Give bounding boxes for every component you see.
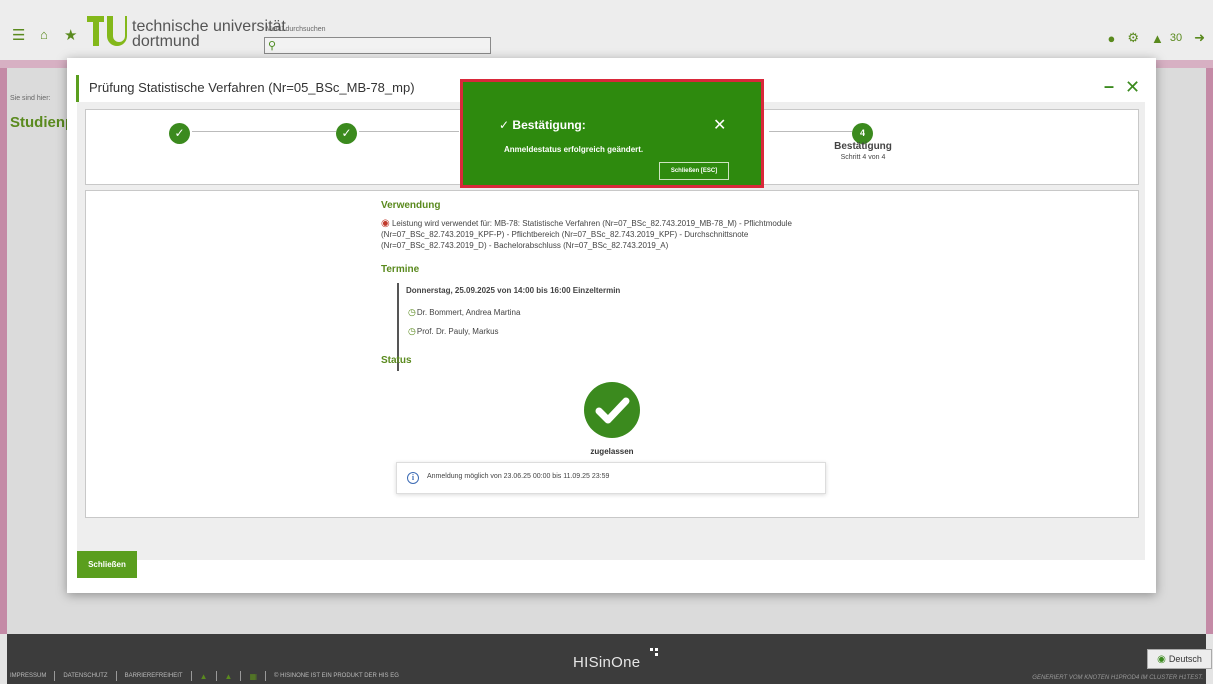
step-4-sublabel: Schritt 4 von 4 bbox=[840, 154, 886, 161]
language-button[interactable]: ◉ Deutsch bbox=[1147, 649, 1212, 669]
title-accent-bar bbox=[76, 75, 79, 102]
registration-info: i Anmeldung möglich von 23.06.25 00:00 b… bbox=[396, 462, 826, 494]
divider bbox=[115, 671, 117, 681]
info-icon: i bbox=[407, 472, 419, 484]
step-1-done-icon: ✓ bbox=[169, 123, 190, 144]
termine-heading: Termine bbox=[381, 264, 420, 275]
toast-title-text: Bestätigung: bbox=[512, 118, 586, 132]
university-name: technische universität dortmund bbox=[132, 18, 286, 50]
search-icon: ⚲ bbox=[268, 40, 277, 52]
tu-logo[interactable] bbox=[87, 14, 127, 48]
step-connector bbox=[192, 131, 336, 132]
logout-icon[interactable]: ➜ bbox=[1194, 30, 1205, 46]
step-connector bbox=[769, 131, 852, 132]
gear-icon[interactable]: ⚙ bbox=[1127, 30, 1139, 46]
toast-title: ✓ Bestätigung: bbox=[499, 118, 586, 132]
search-input[interactable]: ⚲ bbox=[264, 37, 491, 54]
privacy-link[interactable]: DATENSCHUTZ bbox=[63, 673, 107, 679]
clock-icon: ◷ bbox=[408, 307, 416, 317]
lecturer-item: ◷Dr. Bommert, Andrea Martina bbox=[408, 307, 520, 318]
toast-close-icon[interactable]: ✕ bbox=[713, 115, 726, 135]
lecturer-name: Prof. Dr. Pauly, Markus bbox=[416, 327, 499, 336]
bell-icon[interactable]: ▲ bbox=[1151, 31, 1164, 46]
university-name-line2: dortmund bbox=[132, 33, 200, 50]
clock-icon: ◷ bbox=[408, 326, 416, 336]
language-label: Deutsch bbox=[1168, 654, 1202, 664]
usage-text: ◉ Leistung wird verwendet für: MB-78: St… bbox=[381, 218, 851, 251]
top-header: ☰ ⌂ ★ technische universität dortmund Me… bbox=[0, 0, 1213, 60]
menu-icon[interactable]: ☰ bbox=[12, 28, 25, 43]
tree-icon[interactable]: ▲ bbox=[225, 672, 233, 681]
appointment-block: Donnerstag, 25.09.2025 von 14:00 bis 16:… bbox=[397, 283, 697, 371]
lecturer-item: ◷Prof. Dr. Pauly, Markus bbox=[408, 326, 499, 337]
status-value: zugelassen bbox=[590, 447, 634, 456]
lecturer-name: Dr. Bommert, Andrea Martina bbox=[416, 308, 521, 317]
footer-links: IMPRESSUM DATENSCHUTZ BARRIEREFREIHEIT ▲… bbox=[10, 671, 399, 681]
verwendung-heading: Verwendung bbox=[381, 200, 441, 211]
tree-icon[interactable]: ▲ bbox=[200, 672, 208, 681]
confirmation-toast: ✓ Bestätigung: ✕ Anmeldestatus erfolgrei… bbox=[460, 79, 764, 188]
registration-window: Anmeldung möglich von 23.06.25 00:00 bis… bbox=[427, 473, 610, 480]
user-toolbar: ● ⚙ ▲ 30 ➜ bbox=[1107, 30, 1205, 46]
home-icon[interactable]: ⌂ bbox=[40, 28, 48, 41]
appointment-date: Donnerstag, 25.09.2025 von 14:00 bis 16:… bbox=[406, 286, 621, 295]
brand-dots-icon bbox=[650, 648, 658, 656]
brand-name: HISinOne bbox=[573, 654, 641, 671]
status-heading: Status bbox=[381, 355, 412, 366]
close-icon[interactable]: ✕ bbox=[1125, 77, 1140, 98]
background-heading: Studienp bbox=[10, 114, 75, 131]
check-icon: ✓ bbox=[499, 118, 510, 132]
divider bbox=[215, 671, 217, 681]
divider bbox=[190, 671, 192, 681]
user-icon[interactable]: ● bbox=[1107, 31, 1115, 46]
divider bbox=[54, 671, 56, 681]
divider bbox=[240, 671, 242, 681]
divider bbox=[265, 671, 266, 681]
search-label: Menü durchsuchen bbox=[266, 26, 326, 33]
left-strip bbox=[0, 68, 7, 634]
ribbon-icon: ◉ bbox=[381, 218, 390, 229]
breadcrumb-label: Sie sind hier: bbox=[10, 95, 51, 102]
exam-details: Verwendung ◉ Leistung wird verwendet für… bbox=[85, 190, 1139, 518]
hisinone-logo: HISinOne bbox=[573, 648, 658, 671]
right-strip bbox=[1206, 68, 1213, 634]
star-icon[interactable]: ★ bbox=[64, 28, 77, 43]
toast-message: Anmeldestatus erfolgreich geändert. bbox=[504, 145, 644, 154]
copyright: © HISINONE IST EIN PRODUKT DER HIS EG bbox=[274, 673, 399, 679]
notification-count[interactable]: 30 bbox=[1170, 32, 1182, 44]
step-4-label: Bestätigung bbox=[834, 141, 892, 152]
dialog-title: Prüfung Statistische Verfahren (Nr=05_BS… bbox=[89, 80, 415, 95]
imprint-link[interactable]: IMPRESSUM bbox=[10, 673, 46, 679]
accessibility-link[interactable]: BARRIEREFREIHEIT bbox=[125, 673, 183, 679]
close-button[interactable]: Schließen bbox=[77, 551, 137, 578]
generated-node-info: GENERIERT VOM KNOTEN H1PROD4 IM CLUSTER … bbox=[1032, 675, 1203, 681]
toast-close-button[interactable]: Schließen [ESC] bbox=[659, 162, 729, 180]
sitemap-icon[interactable]: ▦ bbox=[249, 672, 257, 681]
footer: HISinOne IMPRESSUM DATENSCHUTZ BARRIEREF… bbox=[7, 634, 1212, 684]
globe-icon: ◉ bbox=[1157, 654, 1166, 665]
step-2-done-icon: ✓ bbox=[336, 123, 357, 144]
step-connector bbox=[359, 131, 459, 132]
usage-description: Leistung wird verwendet für: MB-78: Stat… bbox=[381, 219, 792, 250]
minimize-icon[interactable]: – bbox=[1104, 76, 1114, 97]
university-name-line1: technische universität bbox=[132, 18, 286, 35]
admitted-check-icon bbox=[584, 382, 640, 438]
